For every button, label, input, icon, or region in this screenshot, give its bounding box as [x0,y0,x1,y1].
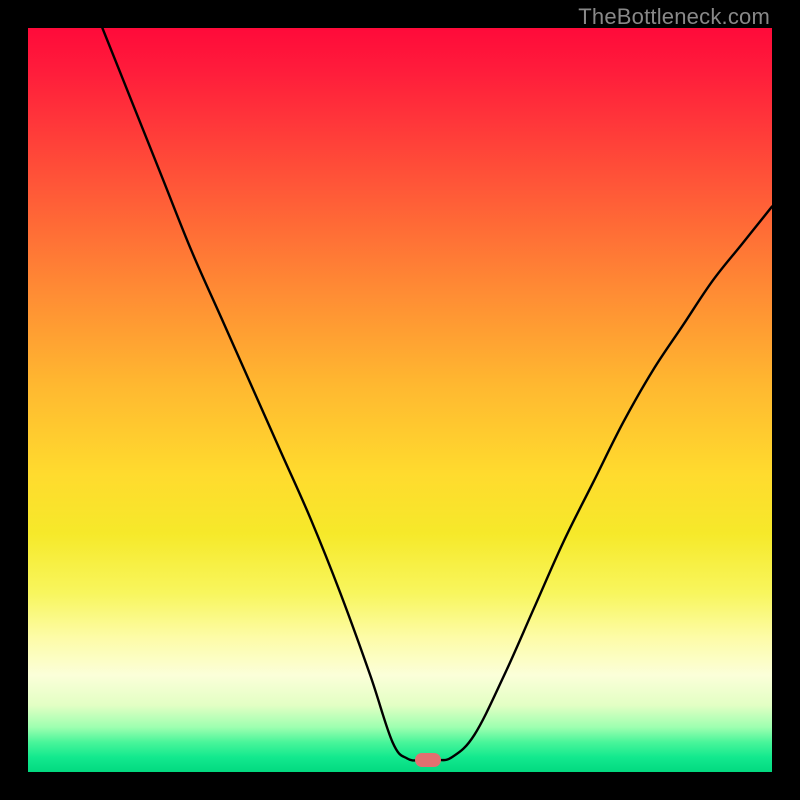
optimum-marker [415,753,441,767]
plot-area [28,28,772,772]
bottleneck-curve [28,28,772,772]
chart-frame: TheBottleneck.com [0,0,800,800]
watermark-text: TheBottleneck.com [578,4,770,30]
